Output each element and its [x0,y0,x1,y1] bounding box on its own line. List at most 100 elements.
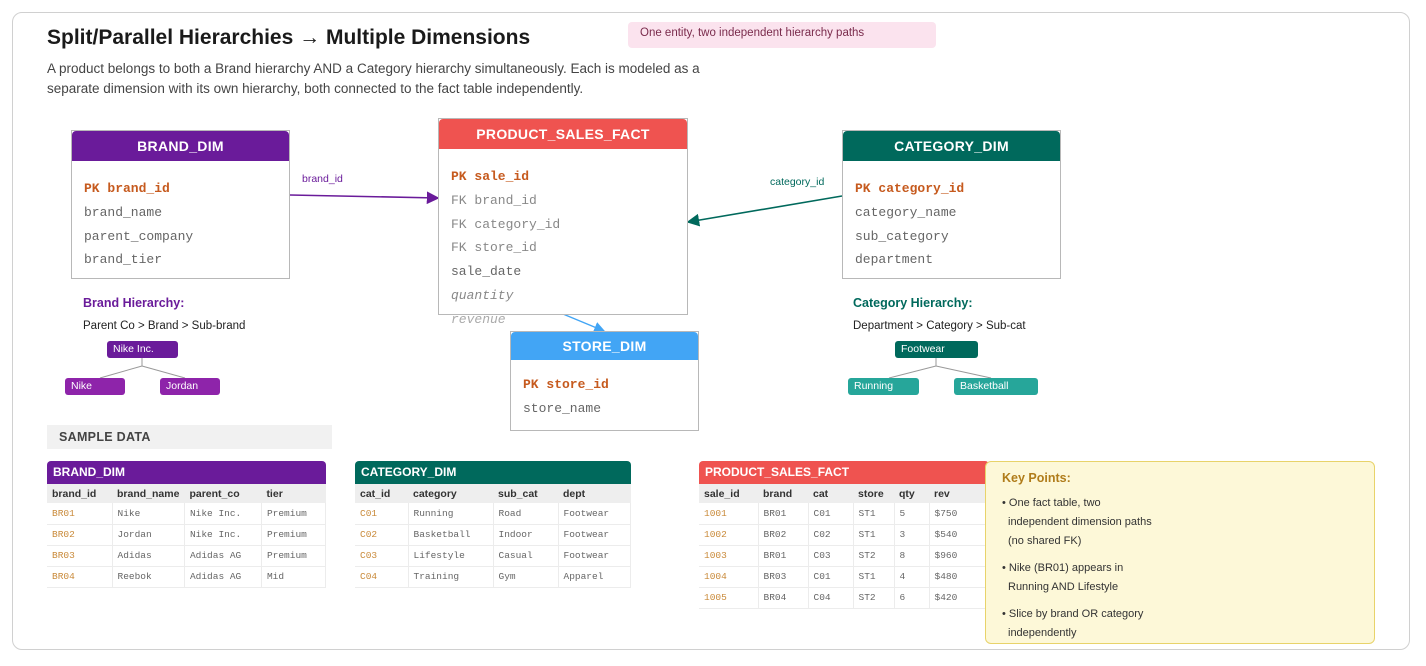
category-dim-field: department [855,252,934,267]
sample-data-label: SAMPLE DATA [47,425,332,449]
key-point-item: • Nike (BR01) appears in Running AND Lif… [1002,562,1124,593]
column-header: cat_id [355,484,408,503]
category-dim-header: CATEGORY_DIM [843,131,1060,161]
table-cell: Footwear [558,503,631,525]
table-cell: BR02 [47,524,113,546]
table-cell: Lifestyle [408,545,494,567]
column-header: parent_co [184,484,262,503]
key-points-panel: Key Points: • One fact table, two indepe… [985,461,1375,644]
table-cell: C02 [808,524,854,546]
table-cell: BR01 [758,545,809,567]
table-cell: $480 [929,566,989,588]
table-cell: C02 [355,524,409,546]
key-point-item: • Slice by brand OR category independent… [1002,608,1144,639]
column-header: store [853,484,894,503]
brand-hierarchy-path: Parent Co > Brand > Sub-brand [83,320,246,332]
table-cell: $420 [929,587,989,609]
table-cell: C04 [355,566,409,588]
category-hierarchy-path: Department > Category > Sub-cat [853,320,1026,332]
brand-hierarchy-child: Jordan [160,378,220,395]
table-row: 1003 BR01 C03 ST2 8 $960 [699,545,989,567]
table-cell: Running [408,503,494,525]
table-cell: Adidas AG [184,545,262,567]
table-cell: $960 [929,545,989,567]
table-cell: Apparel [558,566,631,588]
column-header: sale_id [699,484,758,503]
category-hierarchy-title: Category Hierarchy: [853,296,973,310]
brand-dim-header: BRAND_DIM [72,131,289,161]
column-header: tier [261,484,326,503]
category-dim-entity[interactable]: CATEGORY_DIM PK category_id category_nam… [842,130,1061,279]
category-hierarchy-child: Basketball [954,378,1038,395]
fact-field: sale_date [451,264,522,279]
table-row: BR03 Adidas Adidas AG Premium [47,545,327,567]
table-cell: Premium [261,545,327,567]
column-header: cat [808,484,853,503]
store-dim-field: store_name [523,401,602,416]
fact-field: quantity [451,288,514,303]
column-header: brand [758,484,808,503]
table-cell: Casual [493,545,559,567]
table-cell: 1004 [699,566,759,588]
brand-dim-entity[interactable]: BRAND_DIM PK brand_id brand_name parent_… [71,130,290,279]
fact-store-connector [562,313,606,333]
table-cell: Nike [112,503,185,525]
sample-category-dim-table: cat_id category sub_cat dept C01 Running R… [355,484,631,588]
table-cell: Indoor [493,524,559,546]
store-dim-field: PK store_id [523,377,609,392]
table-cell: Nike Inc. [184,503,262,525]
table-cell: C01 [808,566,854,588]
key-points-title: Key Points: [1002,471,1071,485]
column-header: dept [558,484,631,503]
key-point-item: • One fact table, two independent dimens… [1002,497,1152,547]
fact-entity[interactable]: PRODUCT_SALES_FACT PK sale_id FK brand_i… [438,118,688,327]
brand-dim-field: brand_name [84,205,163,220]
brand-dim-field: brand_tier [84,252,163,267]
sample-category-dim-header: CATEGORY_DIM [355,461,631,484]
table-cell: Premium [261,503,327,525]
table-cell: BR03 [758,566,809,588]
fact-field: FK category_id [451,217,561,232]
table-row: 1001 BR01 C01 ST1 5 $750 [699,503,989,525]
fact-field: PK sale_id [451,169,530,184]
brand-fact-connector [289,191,440,205]
table-row: BR04 Reebok Adidas AG Mid [47,566,327,588]
category-dim-field: sub_category [855,229,949,244]
table-cell: Basketball [408,524,494,546]
table-row: BR02 Jordan Nike Inc. Premium [47,524,327,546]
table-cell: BR03 [47,545,113,567]
sample-fact-table: sale_id brand cat store qty rev 1001 BR01… [699,484,989,609]
fact-field: FK store_id [451,240,537,255]
column-header: qty [894,484,929,503]
sample-brand-dim-table: brand_id brand_name parent_co tier BR01 N… [47,484,327,588]
table-cell: ST2 [853,587,895,609]
brand-hierarchy-root: Nike Inc. [107,341,178,358]
category-dim-field: category_name [855,205,957,220]
table-cell: Road [493,503,559,525]
table-cell: $750 [929,503,989,525]
store-dim-entity[interactable]: STORE_DIM PK store_id store_name [510,331,699,431]
table-cell: BR04 [758,587,809,609]
table-cell: BR01 [758,503,809,525]
category-connector-label: category_id [770,176,825,188]
table-cell: Premium [261,524,327,546]
column-header: brand_name [112,484,185,503]
fact-field: revenue [451,312,506,327]
table-row: C04 Training Gym Apparel [355,566,631,588]
table-cell: BR01 [47,503,113,525]
table-cell: 1003 [699,545,759,567]
table-cell: Nike Inc. [184,524,262,546]
table-cell: 1001 [699,503,759,525]
category-hierarchy-child: Running [848,378,919,395]
table-cell: C03 [355,545,409,567]
column-header: rev [929,484,989,503]
table-cell: $540 [929,524,989,546]
table-row: C02 Basketball Indoor Footwear [355,524,631,546]
table-cell: Training [408,566,494,588]
table-cell: Adidas AG [184,566,262,588]
category-fact-connector [686,195,843,227]
table-cell: 6 [894,587,930,609]
fact-header: PRODUCT_SALES_FACT [439,119,687,149]
column-header: sub_cat [493,484,558,503]
table-cell: C01 [355,503,409,525]
